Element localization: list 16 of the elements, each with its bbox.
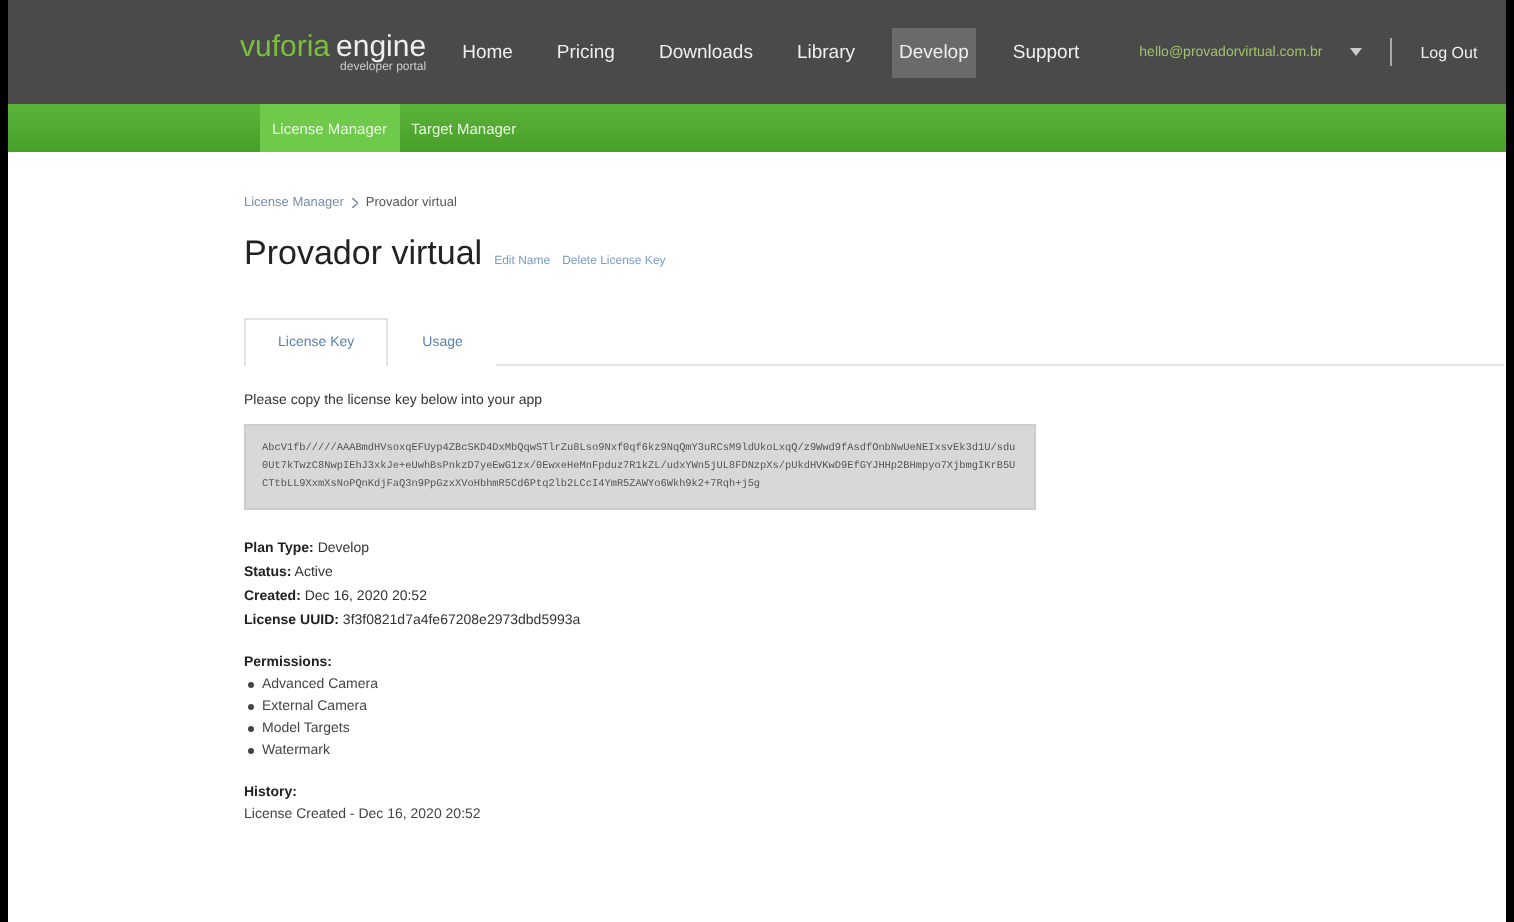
chevron-icon [351,198,358,208]
caret-icon[interactable] [1350,48,1363,56]
logo-text[interactable]: engine [336,31,427,61]
nav-link[interactable]: Pricing [548,27,623,77]
nav-link[interactable]: Downloads [650,27,761,77]
bullet-icon [248,682,254,688]
bullet-icon [248,726,254,732]
bullet-icon [248,748,254,754]
bullet-icon [248,704,254,710]
nav-link[interactable]: Support [1004,27,1088,77]
nav-link[interactable]: Develop [891,27,977,77]
nav-link[interactable]: Library [788,27,864,77]
nav-link[interactable]: Home [454,27,521,77]
logo-text[interactable]: vuforia [240,31,331,61]
page-title: Provador virtual [244,234,483,274]
logout-link[interactable]: Log Out [1420,43,1478,61]
